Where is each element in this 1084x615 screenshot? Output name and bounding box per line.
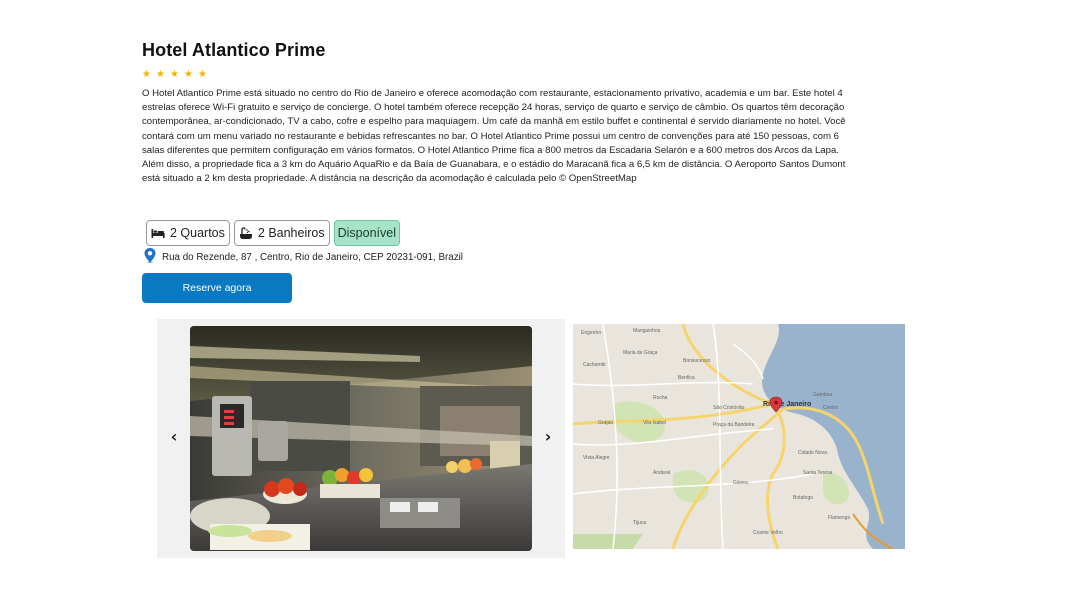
bathrooms-chip: 2 Banheiros <box>233 220 330 246</box>
svg-text:Praça da Bandeira: Praça da Bandeira <box>713 422 755 428</box>
chevron-left-icon[interactable]: ‹ <box>166 427 182 447</box>
star-rating: ★ ★ ★ ★ ★ <box>142 70 867 84</box>
book-now-button[interactable]: Reserve agora <box>142 273 292 303</box>
status-badge: Disponível <box>333 220 400 246</box>
svg-text:Gamboa: Gamboa <box>813 392 832 398</box>
svg-text:Bonsucesso: Bonsucesso <box>683 358 710 364</box>
address-row: Rua do Rezende, 87 , Centro, Rio de Jane… <box>144 248 463 266</box>
svg-text:Grajaú: Grajaú <box>598 420 613 426</box>
svg-text:Rocha: Rocha <box>653 395 668 401</box>
photo-carousel: ‹ › <box>157 319 565 558</box>
status-label: Disponível <box>337 226 396 240</box>
svg-text:Santa Teresa: Santa Teresa <box>803 470 833 476</box>
chevron-right-icon[interactable]: › <box>540 427 556 447</box>
star-icon: ★ <box>142 69 151 80</box>
svg-text:Maria da Graça: Maria da Graça <box>623 350 658 356</box>
svg-text:Benfica: Benfica <box>678 375 695 381</box>
amenity-chips: 2 Quartos 2 Banheiros Disponível <box>146 220 400 246</box>
svg-text:Manguinhos: Manguinhos <box>633 328 661 334</box>
star-icon: ★ <box>170 69 179 80</box>
address-text: Rua do Rezende, 87 , Centro, Rio de Jane… <box>162 251 463 263</box>
svg-text:Andaraí: Andaraí <box>653 470 671 476</box>
bathrooms-label: 2 Banheiros <box>257 226 325 240</box>
svg-text:Cosme Velho: Cosme Velho <box>753 530 783 536</box>
star-icon: ★ <box>184 69 193 80</box>
svg-text:Botafogo: Botafogo <box>793 495 813 501</box>
hotel-title: Hotel Atlantico Prime <box>142 40 326 60</box>
svg-text:Centro: Centro <box>823 405 838 411</box>
star-icon: ★ <box>198 69 207 80</box>
svg-text:Tijuca: Tijuca <box>633 520 646 526</box>
rooms-chip: 2 Quartos <box>146 220 230 246</box>
rooms-label: 2 Quartos <box>170 226 225 240</box>
svg-text:Cachambi: Cachambi <box>583 362 606 368</box>
svg-text:Cidade Nova: Cidade Nova <box>798 450 827 456</box>
bath-icon <box>239 226 253 240</box>
svg-text:Gávea: Gávea <box>733 480 748 486</box>
hotel-card: Hotel Atlantico Prime ★ ★ ★ ★ ★ O Hotel … <box>142 38 867 303</box>
hotel-description: O Hotel Atlantico Prime está situado no … <box>142 88 846 185</box>
map-pin-icon <box>144 248 156 266</box>
star-icon: ★ <box>156 69 165 80</box>
location-map[interactable]: Engenho Manguinhos Cachambi Maria da Graça… <box>573 324 905 549</box>
svg-text:Flamengo: Flamengo <box>828 515 850 521</box>
hotel-photo <box>190 326 532 551</box>
bed-icon <box>151 227 165 239</box>
svg-text:São Cristóvão: São Cristóvão <box>713 405 745 411</box>
svg-text:Engenho: Engenho <box>581 330 601 336</box>
svg-text:Vista Alegre: Vista Alegre <box>583 455 610 461</box>
svg-text:Vila Isabel: Vila Isabel <box>643 420 666 426</box>
